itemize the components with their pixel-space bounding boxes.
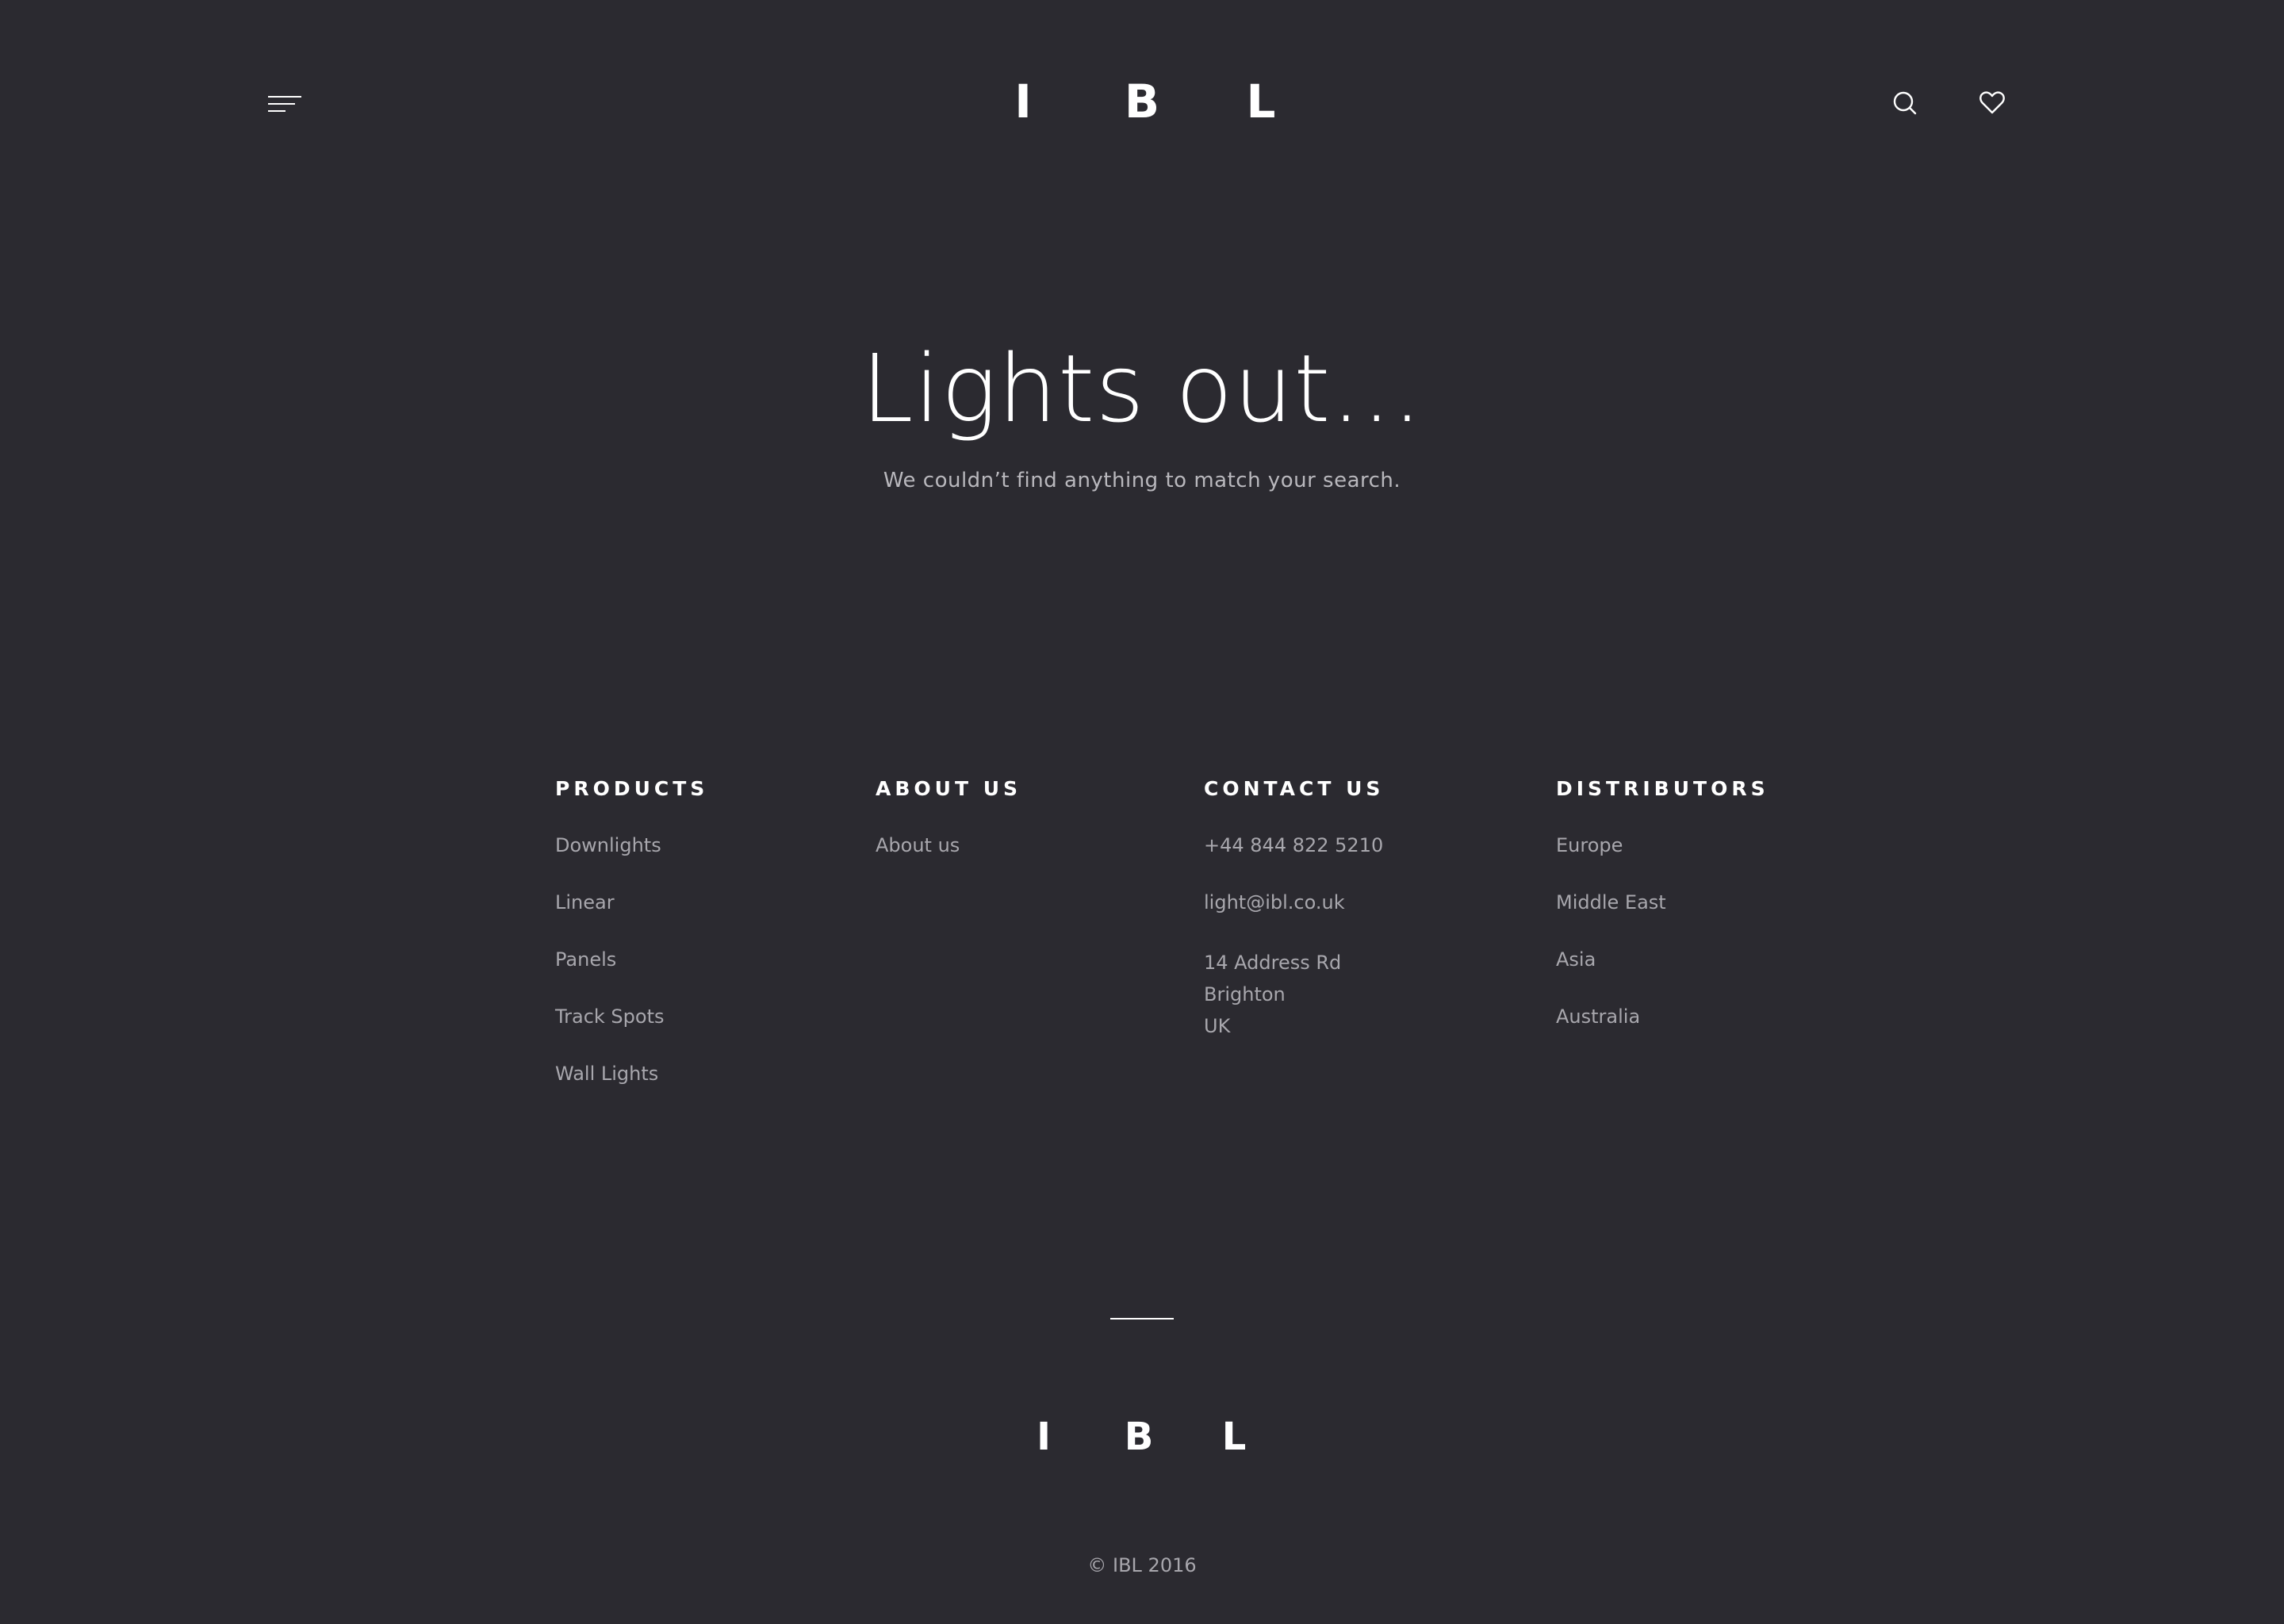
products-heading: PRODUCTS xyxy=(555,777,709,800)
copyright-text: © IBL 2016 xyxy=(1087,1554,1197,1576)
contact-list: +44 844 822 5210 light@ibl.co.uk 14 Addr… xyxy=(1204,833,1384,1042)
logo-letter: I xyxy=(1037,1415,1051,1459)
footer-divider xyxy=(1110,1318,1174,1320)
products-list: Downlights Linear Panels Track Spots Wal… xyxy=(555,833,708,1086)
footer-link-asia[interactable]: Asia xyxy=(1556,948,1596,971)
search-button[interactable] xyxy=(1887,86,1922,121)
contact-heading: CONTACT US xyxy=(1204,777,1385,800)
menu-button[interactable] xyxy=(268,93,303,115)
footer-link-track-spots[interactable]: Track Spots xyxy=(555,1005,665,1028)
footer-about-column: ABOUT US About us xyxy=(876,777,1021,890)
footer-link-panels[interactable]: Panels xyxy=(555,948,616,971)
footer-products-column: PRODUCTS Downlights Linear Panels Track … xyxy=(555,777,708,1118)
footer-link-about-us[interactable]: About us xyxy=(876,834,960,856)
footer-distributors-column: DISTRIBUTORS Europe Middle East Asia Aus… xyxy=(1556,777,1769,1061)
logo-letter: L xyxy=(1246,75,1276,128)
footer-link-europe[interactable]: Europe xyxy=(1556,834,1623,856)
search-icon xyxy=(1893,91,1917,115)
header-logo[interactable]: I B L xyxy=(999,77,1285,126)
page-subtitle: We couldn’t find anything to match your … xyxy=(883,469,1401,492)
page-title: Lights out... xyxy=(860,334,1424,443)
logo-letter: L xyxy=(1221,1415,1247,1459)
footer-contact-column: CONTACT US +44 844 822 5210 light@ibl.co… xyxy=(1204,777,1384,1074)
logo-letter: B xyxy=(1124,75,1160,128)
address-line: Brighton xyxy=(1204,983,1286,1005)
contact-phone-link[interactable]: +44 844 822 5210 xyxy=(1204,834,1383,856)
footer-logo[interactable]: I B L xyxy=(1020,1416,1258,1457)
about-list: About us xyxy=(876,833,1021,858)
contact-address: 14 Address Rd Brighton UK xyxy=(1204,947,1384,1042)
distributors-list: Europe Middle East Asia Australia xyxy=(1556,833,1769,1029)
about-heading: ABOUT US xyxy=(876,777,1022,800)
distributors-heading: DISTRIBUTORS xyxy=(1556,777,1769,800)
logo-letter: I xyxy=(1014,75,1032,128)
heart-icon xyxy=(1979,91,2005,114)
address-line: 14 Address Rd xyxy=(1204,952,1342,974)
footer-link-linear[interactable]: Linear xyxy=(555,891,615,914)
address-line: UK xyxy=(1204,1015,1231,1037)
logo-letter: B xyxy=(1124,1415,1154,1459)
contact-email-link[interactable]: light@ibl.co.uk xyxy=(1204,891,1345,914)
footer-link-downlights[interactable]: Downlights xyxy=(555,834,661,856)
footer-link-australia[interactable]: Australia xyxy=(1556,1005,1640,1028)
footer-link-wall-lights[interactable]: Wall Lights xyxy=(555,1063,658,1085)
footer-link-middle-east[interactable]: Middle East xyxy=(1556,891,1666,914)
favorites-button[interactable] xyxy=(1975,86,2010,121)
